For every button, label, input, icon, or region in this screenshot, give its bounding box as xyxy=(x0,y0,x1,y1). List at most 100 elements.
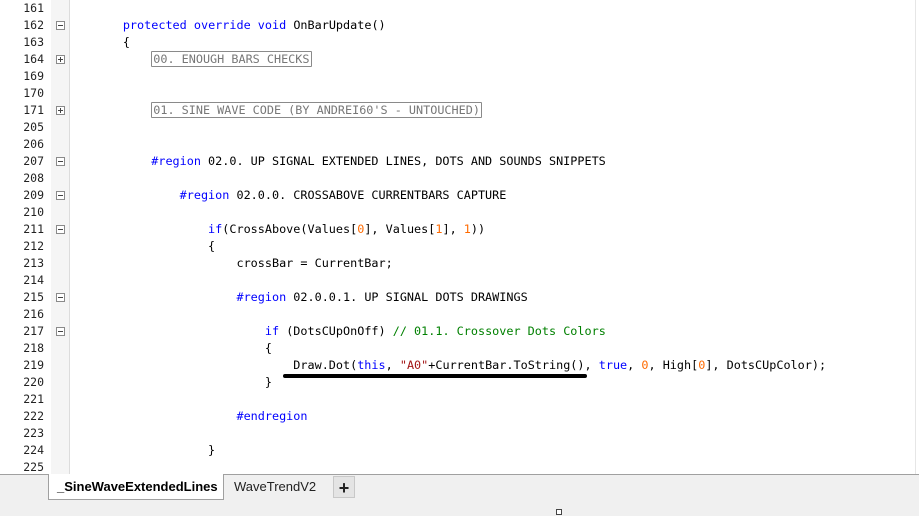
code-token: { xyxy=(264,341,272,355)
code-line[interactable]: 171 01. SINE WAVE CODE (BY ANDREI60'S - … xyxy=(0,102,919,119)
code-text[interactable]: 00. ENOUGH BARS CHECKS xyxy=(66,51,312,68)
code-text[interactable]: if(CrossAbove(Values[0], Values[1], 1)) xyxy=(66,221,485,238)
code-token: "A0" xyxy=(399,358,429,372)
code-line[interactable]: 207 #region 02.0. UP SIGNAL EXTENDED LIN… xyxy=(0,153,919,170)
collapse-region-icon[interactable] xyxy=(56,327,65,336)
collapse-region-icon[interactable] xyxy=(56,21,65,30)
code-text[interactable]: if (DotsCUpOnOff) // 01.1. Crossover Dot… xyxy=(66,323,606,340)
code-line[interactable]: 224 } xyxy=(0,442,919,459)
splitter-grip-icon[interactable] xyxy=(556,509,562,515)
code-line[interactable]: 216 xyxy=(0,306,919,323)
code-text[interactable]: { xyxy=(66,34,130,51)
document-tab-bar: _SineWaveExtendedLines WaveTrendV2 + xyxy=(0,474,919,516)
line-number: 220 xyxy=(23,375,44,389)
line-number: 164 xyxy=(23,52,44,66)
code-text[interactable]: protected override void OnBarUpdate() xyxy=(66,17,386,34)
code-token: OnBarUpdate() xyxy=(286,18,386,32)
line-number: 209 xyxy=(23,188,44,202)
code-text[interactable]: { xyxy=(66,340,272,357)
line-number: 212 xyxy=(23,239,44,253)
code-token: (CrossAbove(Values[ xyxy=(222,222,358,236)
code-line[interactable]: 162 protected override void OnBarUpdate(… xyxy=(0,17,919,34)
code-token: )) xyxy=(470,222,486,236)
code-token: , xyxy=(627,358,642,372)
code-token: if xyxy=(264,324,280,338)
code-line[interactable]: 206 xyxy=(0,136,919,153)
code-line[interactable]: 215 #region 02.0.0.1. UP SIGNAL DOTS DRA… xyxy=(0,289,919,306)
line-number: 171 xyxy=(23,103,44,117)
code-token: crossBar = CurrentBar; xyxy=(236,256,393,270)
expand-region-icon[interactable] xyxy=(56,55,65,64)
code-text[interactable]: 01. SINE WAVE CODE (BY ANDREI60'S - UNTO… xyxy=(66,102,482,119)
code-text[interactable]: { xyxy=(66,238,215,255)
code-token: void xyxy=(257,18,287,32)
code-token: } xyxy=(264,375,272,389)
code-text[interactable]: #region 02.0.0.1. UP SIGNAL DOTS DRAWING… xyxy=(66,289,528,306)
code-line[interactable]: 164 00. ENOUGH BARS CHECKS xyxy=(0,51,919,68)
code-token: 1 xyxy=(463,222,471,236)
code-token: Draw.Dot( xyxy=(293,358,358,372)
code-line[interactable]: 210 xyxy=(0,204,919,221)
code-line[interactable]: 221 xyxy=(0,391,919,408)
code-line[interactable]: 214 xyxy=(0,272,919,289)
code-token: } xyxy=(208,443,216,457)
code-text[interactable]: #region 02.0.0. CROSSABOVE CURRENTBARS C… xyxy=(66,187,507,204)
code-token: #region xyxy=(179,188,230,202)
collapsed-region-label[interactable]: 00. ENOUGH BARS CHECKS xyxy=(151,51,312,67)
expand-region-icon[interactable] xyxy=(56,106,65,115)
code-token: ], xyxy=(442,222,464,236)
collapse-region-icon[interactable] xyxy=(56,157,65,166)
code-line[interactable]: 211 if(CrossAbove(Values[0], Values[1], … xyxy=(0,221,919,238)
code-line[interactable]: 219 Draw.Dot(this, "A0"+CurrentBar.ToStr… xyxy=(0,357,919,374)
code-text[interactable]: crossBar = CurrentBar; xyxy=(66,255,393,272)
code-text[interactable]: } xyxy=(66,374,272,391)
code-token: 02.0.0.1. UP SIGNAL DOTS DRAWINGS xyxy=(286,290,528,304)
code-token: , xyxy=(385,358,400,372)
code-line[interactable]: 223 xyxy=(0,425,919,442)
line-number: 221 xyxy=(23,392,44,406)
code-line[interactable]: 212 { xyxy=(0,238,919,255)
line-number: 217 xyxy=(23,324,44,338)
code-editor[interactable]: 161 162 protected override void OnBarUpda… xyxy=(0,0,919,474)
code-token: #region xyxy=(151,154,201,168)
line-number: 169 xyxy=(23,69,44,83)
code-line[interactable]: 161 xyxy=(0,0,919,17)
collapse-region-icon[interactable] xyxy=(56,191,65,200)
collapse-region-icon[interactable] xyxy=(56,225,65,234)
code-line[interactable]: 213 crossBar = CurrentBar; xyxy=(0,255,919,272)
code-token: if xyxy=(208,222,223,236)
code-line[interactable]: 205 xyxy=(0,119,919,136)
collapse-region-icon[interactable] xyxy=(56,293,65,302)
code-text[interactable]: #region 02.0. UP SIGNAL EXTENDED LINES, … xyxy=(66,153,606,170)
code-line[interactable]: 218 { xyxy=(0,340,919,357)
code-line[interactable]: 163 { xyxy=(0,34,919,51)
code-line[interactable]: 169 xyxy=(0,68,919,85)
tab-sinewaveextendedlines[interactable]: _SineWaveExtendedLines xyxy=(48,474,224,500)
code-line[interactable]: 209 #region 02.0.0. CROSSABOVE CURRENTBA… xyxy=(0,187,919,204)
line-number: 207 xyxy=(23,154,44,168)
code-text[interactable]: Draw.Dot(this, "A0"+CurrentBar.ToString(… xyxy=(66,357,826,374)
line-number: 208 xyxy=(23,171,44,185)
code-line[interactable]: 208 xyxy=(0,170,919,187)
editor-right-edge xyxy=(915,0,919,474)
line-number: 170 xyxy=(23,86,44,100)
add-tab-button[interactable]: + xyxy=(333,476,355,498)
code-token: true xyxy=(598,358,628,372)
collapsed-region-label[interactable]: 01. SINE WAVE CODE (BY ANDREI60'S - UNTO… xyxy=(151,102,482,118)
tab-wavetrendv2[interactable]: WaveTrendV2 xyxy=(226,474,326,500)
code-line[interactable]: 217 if (DotsCUpOnOff) // 01.1. Crossover… xyxy=(0,323,919,340)
code-token: { xyxy=(122,35,130,49)
code-line[interactable]: 222 #endregion xyxy=(0,408,919,425)
code-token: 02.0. UP SIGNAL EXTENDED LINES, DOTS AND… xyxy=(200,154,606,168)
code-text[interactable]: } xyxy=(66,442,215,459)
code-text[interactable]: #endregion xyxy=(66,408,307,425)
code-line[interactable]: 170 xyxy=(0,85,919,102)
code-token: override xyxy=(193,18,251,32)
